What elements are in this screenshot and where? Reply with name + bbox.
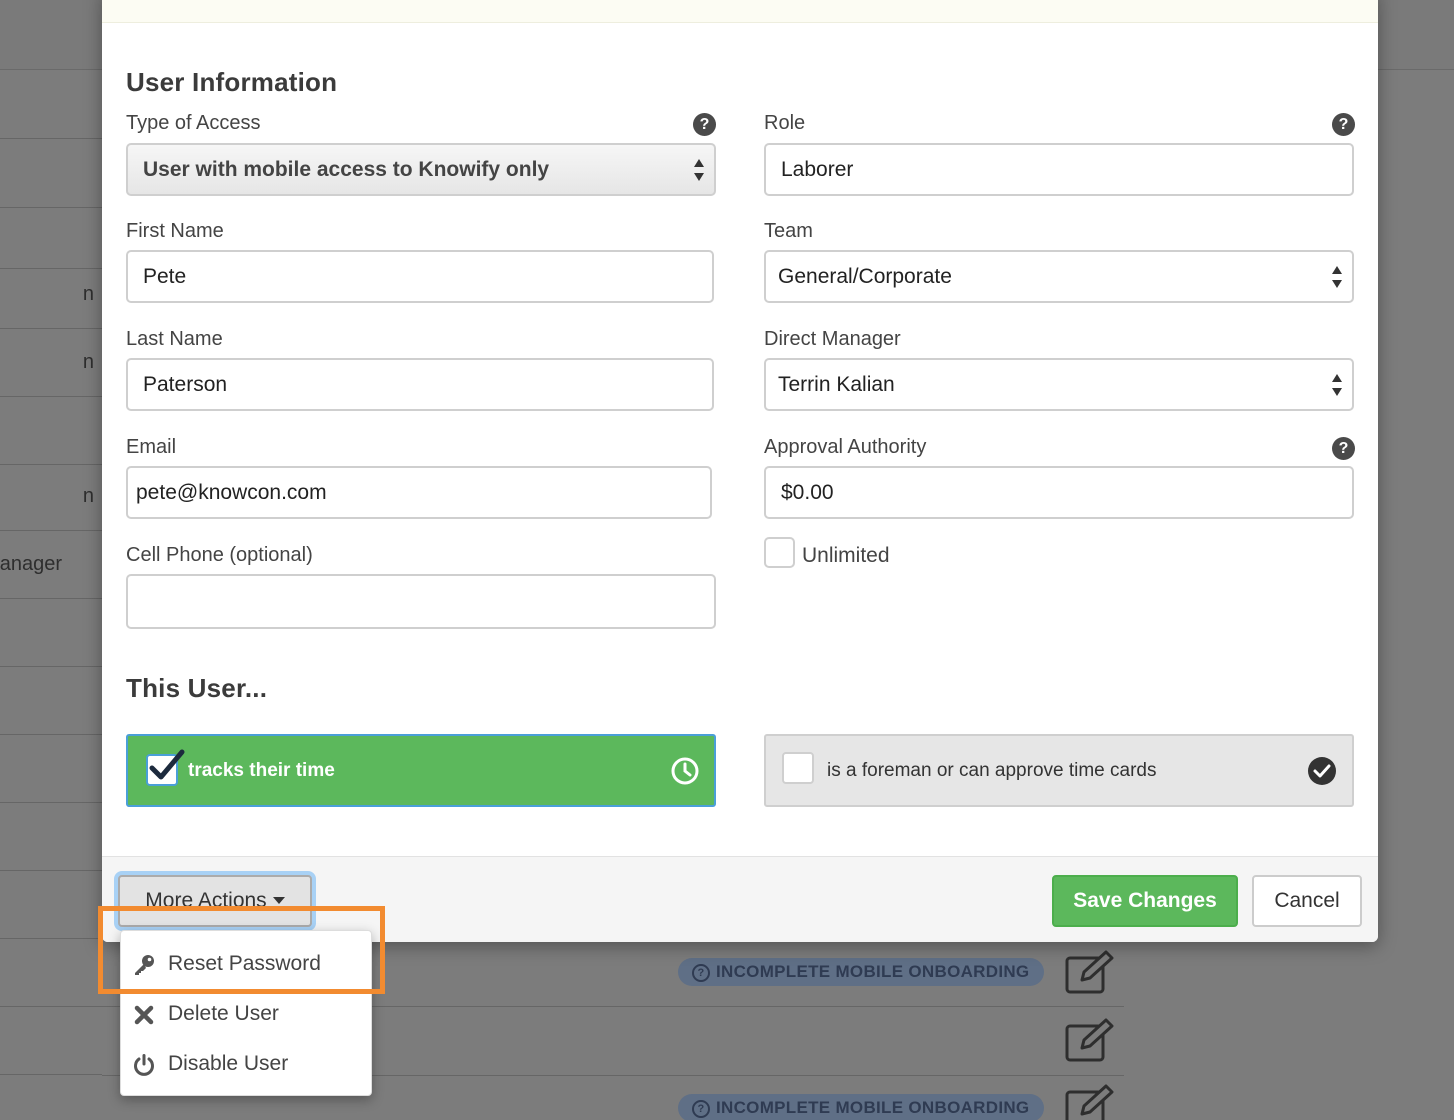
- approval-authority-input[interactable]: $0.00: [764, 466, 1354, 519]
- direct-manager-select[interactable]: Terrin Kalian: [764, 358, 1354, 411]
- direct-manager-value: Terrin Kalian: [778, 373, 895, 396]
- cell-phone-input[interactable]: [126, 574, 716, 629]
- background-row-text: n: [82, 283, 94, 305]
- menu-item-delete-user[interactable]: Delete User: [121, 991, 373, 1037]
- status-badge-text: INCOMPLETE MOBILE ONBOARDING: [716, 1098, 1030, 1117]
- menu-item-disable-user[interactable]: Disable User: [121, 1041, 373, 1087]
- email-value: pete@knowcon.com: [136, 481, 327, 504]
- tracks-time-label: tracks their time: [188, 760, 335, 781]
- type-of-access-select[interactable]: User with mobile access to Knowify only: [126, 143, 716, 196]
- unlimited-label: Unlimited: [802, 544, 890, 567]
- first-name-value: Pete: [143, 265, 187, 288]
- edit-icon[interactable]: [1064, 950, 1116, 996]
- team-label: Team: [764, 220, 813, 242]
- status-badge-text: INCOMPLETE MOBILE ONBOARDING: [716, 962, 1030, 981]
- background-row: [0, 803, 102, 871]
- foreman-option[interactable]: is a foreman or can approve time cards: [764, 734, 1354, 807]
- check-circle-icon: [1308, 757, 1336, 785]
- background-row-text: n: [82, 485, 94, 507]
- background-row: [0, 70, 102, 139]
- background-row: [0, 139, 102, 208]
- background-row: [0, 599, 102, 667]
- role-input[interactable]: Laborer: [764, 143, 1354, 196]
- edit-icon[interactable]: [1064, 1018, 1116, 1064]
- foreman-checkbox[interactable]: [782, 752, 814, 784]
- checkmark-icon: [149, 749, 185, 780]
- question-icon: ?: [692, 1100, 710, 1118]
- foreman-label: is a foreman or can approve time cards: [827, 760, 1157, 781]
- approval-authority-value: $0.00: [781, 481, 834, 504]
- modal-banner: [102, 0, 1378, 23]
- menu-item-label: Delete User: [168, 1002, 279, 1025]
- section-title-this-user: This User...: [126, 673, 268, 703]
- email-label: Email: [126, 436, 177, 458]
- approval-authority-label: Approval Authority: [764, 436, 927, 458]
- status-badge: ? INCOMPLETE MOBILE ONBOARDING: [678, 1094, 1044, 1120]
- select-arrows-icon: [1332, 374, 1342, 396]
- last-name-value: Paterson: [143, 373, 228, 396]
- email-input[interactable]: pete@knowcon.com: [126, 466, 712, 519]
- menu-item-label: Disable User: [168, 1052, 289, 1075]
- last-name-label: Last Name: [126, 328, 223, 350]
- annotation-highlight-box: [98, 906, 385, 994]
- background-row: anager: [0, 531, 102, 599]
- caret-down-icon: [272, 897, 285, 904]
- close-icon: [134, 1005, 154, 1025]
- unlimited-checkbox[interactable]: [764, 537, 795, 568]
- background-row-text: anager: [0, 553, 62, 575]
- background-row: [0, 735, 102, 803]
- help-icon[interactable]: ?: [693, 113, 716, 136]
- background-row: [0, 208, 102, 269]
- edit-icon[interactable]: [1064, 1084, 1116, 1120]
- background-row: [0, 939, 102, 1007]
- help-icon[interactable]: ?: [1332, 113, 1355, 136]
- question-icon: ?: [692, 964, 710, 982]
- background-row: [0, 667, 102, 735]
- select-arrows-icon: [694, 159, 704, 181]
- team-select[interactable]: General/Corporate: [764, 250, 1354, 303]
- help-icon[interactable]: ?: [1332, 437, 1355, 460]
- background-row: [0, 871, 102, 939]
- tracks-time-option[interactable]: tracks their time: [126, 734, 716, 807]
- background-row: [0, 1007, 102, 1075]
- power-icon: [134, 1054, 154, 1076]
- role-label: Role: [764, 112, 806, 134]
- status-badge: ? INCOMPLETE MOBILE ONBOARDING: [678, 958, 1044, 986]
- direct-manager-label: Direct Manager: [764, 328, 901, 350]
- first-name-input[interactable]: Pete: [126, 250, 714, 303]
- role-value: Laborer: [781, 158, 854, 181]
- first-name-label: First Name: [126, 220, 224, 242]
- save-changes-button[interactable]: Save Changes: [1052, 875, 1238, 927]
- clock-icon: [671, 757, 699, 785]
- team-value: General/Corporate: [778, 265, 952, 288]
- type-of-access-value: User with mobile access to Knowify only: [143, 158, 550, 181]
- background-row: n: [0, 465, 102, 531]
- tracks-time-checkbox[interactable]: [146, 749, 185, 786]
- background-row: n: [0, 269, 102, 329]
- background-row: n: [0, 329, 102, 397]
- background-row: [0, 397, 102, 465]
- select-arrows-icon: [1332, 266, 1342, 288]
- edit-user-modal: User Information Type of Access ? User w…: [102, 0, 1378, 942]
- type-of-access-label: Type of Access: [126, 112, 261, 134]
- section-title-user-information: User Information: [126, 67, 338, 97]
- last-name-input[interactable]: Paterson: [126, 358, 714, 411]
- background-row-text: n: [82, 351, 94, 373]
- cell-phone-label: Cell Phone (optional): [126, 544, 313, 566]
- cancel-button[interactable]: Cancel: [1252, 875, 1362, 927]
